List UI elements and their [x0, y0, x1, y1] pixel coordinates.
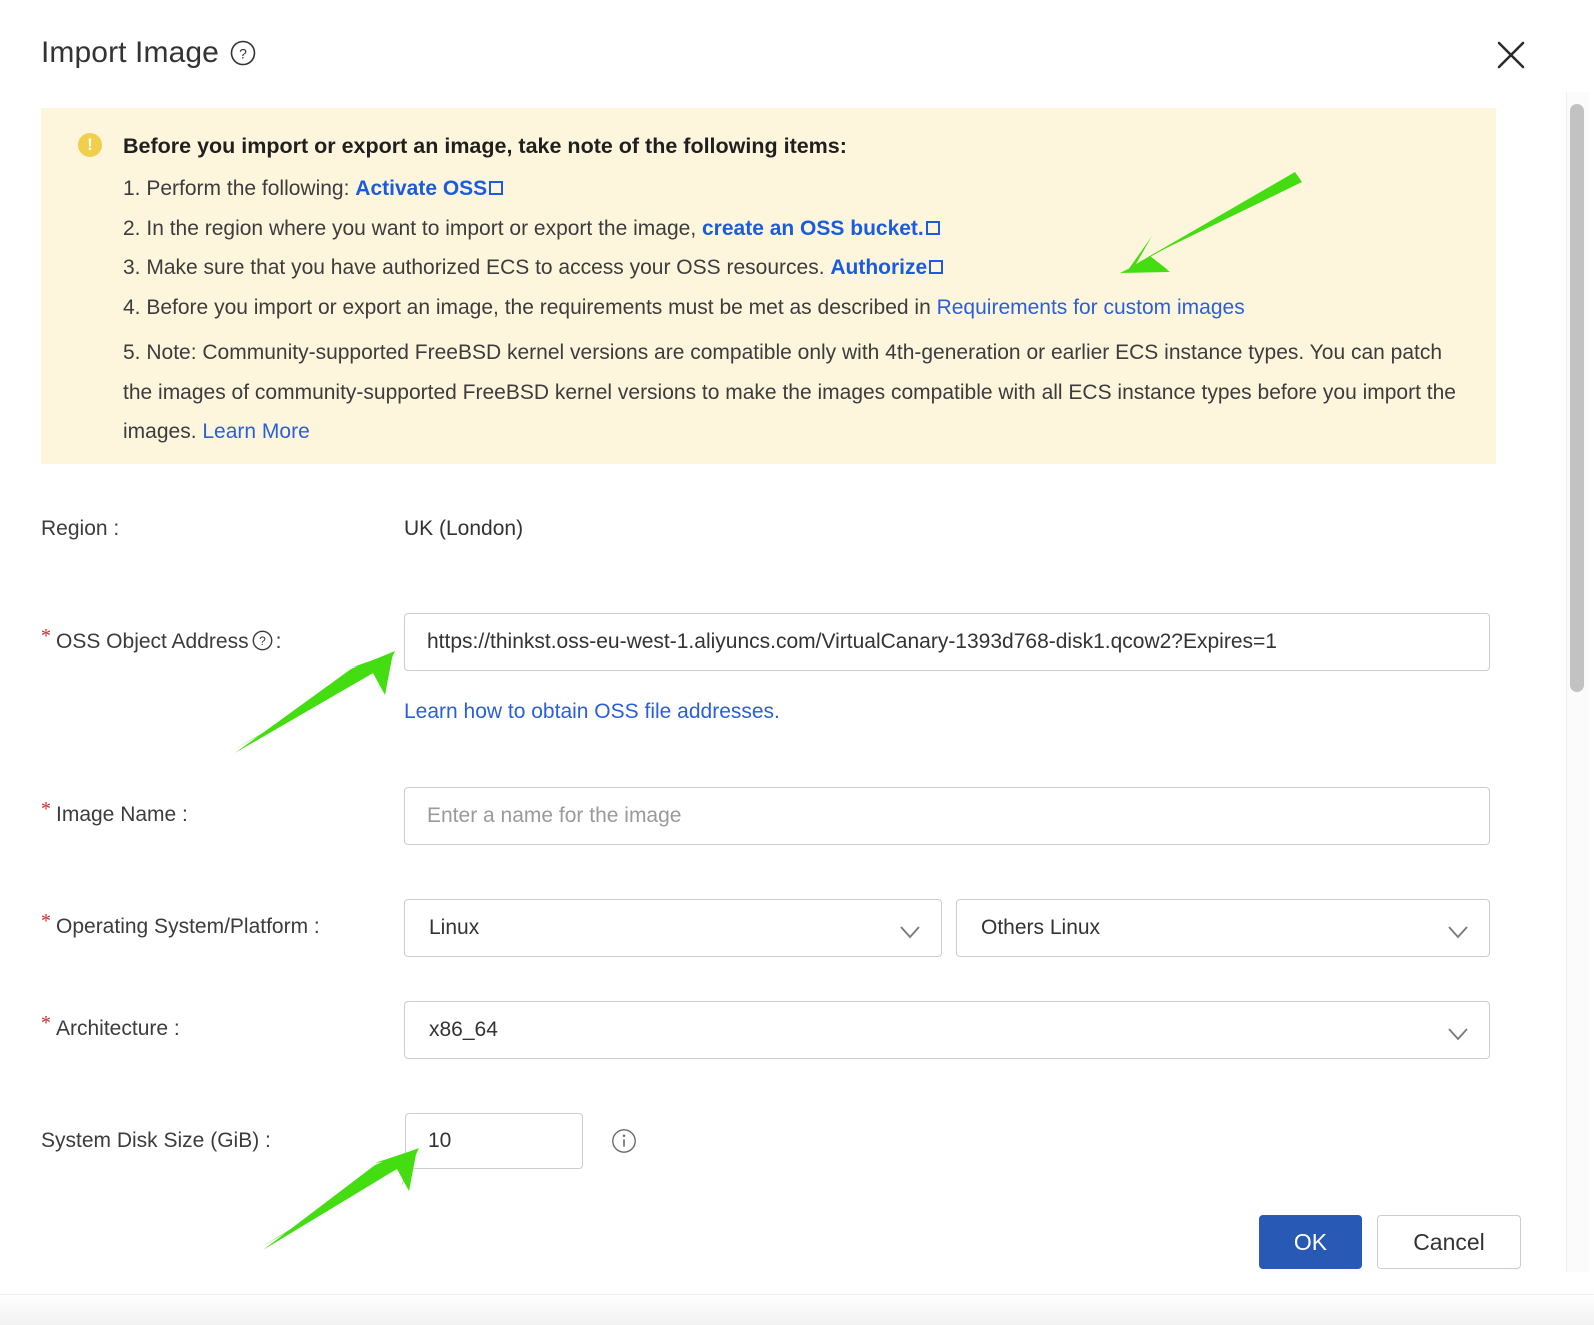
operating-system-select[interactable]: Linux: [404, 899, 942, 957]
chevron-down-icon: [1447, 1023, 1469, 1041]
architecture-select-value: x86_64: [429, 1018, 498, 1041]
warning-icon: !: [78, 133, 102, 157]
region-value: UK (London): [404, 517, 524, 540]
close-icon[interactable]: [1494, 38, 1528, 72]
oss-object-address-label-colon: :: [275, 630, 282, 653]
platform-select[interactable]: Others Linux: [956, 899, 1490, 957]
cancel-button[interactable]: Cancel: [1377, 1215, 1521, 1269]
operating-system-select-value: Linux: [429, 916, 480, 939]
authorize-link[interactable]: Authorize: [830, 256, 927, 279]
oss-object-address-label: OSS Object Address?:: [56, 630, 281, 654]
oss-object-address-label-text: OSS Object Address: [56, 630, 249, 653]
dialog-header: Import Image ?: [0, 0, 1594, 108]
learn-more-link[interactable]: Learn More: [202, 420, 309, 443]
region-label: Region :: [41, 517, 120, 540]
activate-oss-link[interactable]: Activate OSS: [355, 177, 487, 200]
architecture-label: Architecture :: [56, 1017, 180, 1040]
question-circle-icon[interactable]: ?: [230, 40, 256, 66]
notice-item-2-number: 2.: [123, 217, 141, 240]
notice-item-1: 1. Perform the following: Activate OSS: [123, 174, 504, 204]
info-circle-icon[interactable]: [611, 1128, 637, 1154]
notice-item-2-text: In the region where you want to import o…: [146, 217, 702, 240]
external-link-icon: [928, 259, 944, 275]
notice-title: Before you import or export an image, ta…: [123, 134, 847, 158]
notice-item-3-text: Make sure that you have authorized ECS t…: [146, 256, 831, 279]
vertical-scrollbar-thumb[interactable]: [1570, 104, 1584, 692]
learn-how-to-obtain-oss-file-addresses-link[interactable]: Learn how to obtain OSS file addresses.: [404, 700, 780, 724]
platform-select-value: Others Linux: [981, 916, 1101, 939]
external-link-icon: [925, 220, 941, 236]
notice-item-4: 4. Before you import or export an image,…: [123, 293, 1245, 323]
question-circle-icon[interactable]: ?: [252, 630, 273, 651]
window-footer-strip: [0, 1294, 1594, 1325]
notice-item-4-number: 4.: [123, 296, 141, 319]
notice-item-5-text: Note: Community-supported FreeBSD kernel…: [123, 341, 1456, 443]
requirements-for-custom-images-link[interactable]: Requirements for custom images: [937, 296, 1245, 319]
system-disk-size-label: System Disk Size (GiB) :: [41, 1129, 271, 1152]
notice-item-5: 5. Note: Community-supported FreeBSD ker…: [123, 333, 1468, 452]
required-marker: *: [41, 798, 51, 820]
ok-button[interactable]: OK: [1259, 1215, 1362, 1269]
external-link-icon: [488, 180, 504, 196]
required-marker: *: [41, 625, 51, 647]
notice-item-3-number: 3.: [123, 256, 141, 279]
architecture-select[interactable]: x86_64: [404, 1001, 1490, 1059]
required-marker: *: [41, 1012, 51, 1034]
required-marker: *: [41, 910, 51, 932]
image-name-label: Image Name :: [56, 803, 188, 826]
operating-system-platform-label: Operating System/Platform :: [56, 915, 320, 938]
page-title: Import Image: [41, 36, 219, 69]
notice-item-5-number: 5.: [123, 341, 141, 364]
chevron-down-icon: [899, 921, 921, 939]
notice-item-1-text: Perform the following:: [146, 177, 356, 200]
system-disk-size-input[interactable]: [405, 1113, 583, 1169]
notice-item-1-number: 1.: [123, 177, 141, 200]
arrow-to-system-disk-size-input: [261, 1148, 419, 1250]
notice-item-3: 3. Make sure that you have authorized EC…: [123, 253, 944, 283]
import-image-dialog: Import Image ? ! Before you import or ex…: [0, 0, 1594, 1325]
notice-item-4-text: Before you import or export an image, th…: [146, 296, 937, 319]
svg-text:?: ?: [239, 46, 247, 62]
oss-object-address-input[interactable]: [404, 613, 1490, 671]
arrow-to-oss-object-address-input: [233, 651, 395, 753]
chevron-down-icon: [1447, 921, 1469, 939]
create-oss-bucket-link[interactable]: create an OSS bucket.: [702, 217, 924, 240]
svg-text:?: ?: [259, 634, 266, 648]
image-name-input[interactable]: [404, 787, 1490, 845]
notice-item-2: 2. In the region where you want to impor…: [123, 214, 941, 244]
